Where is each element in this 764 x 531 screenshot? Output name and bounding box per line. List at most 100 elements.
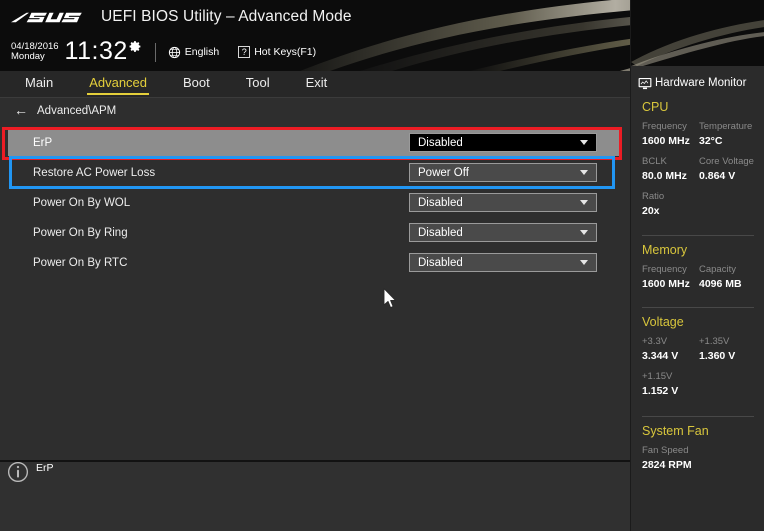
back-arrow-icon[interactable]: ← bbox=[14, 103, 28, 117]
hw-entry-cpu-core-voltage: Core Voltage 0.864 V bbox=[699, 156, 756, 183]
hw-entry-voltage-3v3: +3.3V 3.344 V bbox=[642, 336, 699, 363]
dropdown-power-on-by-ring[interactable]: Disabled bbox=[409, 223, 597, 242]
tab-exit[interactable]: Exit bbox=[304, 73, 330, 95]
chevron-down-icon bbox=[580, 170, 588, 175]
hw-value: 1600 MHz bbox=[642, 277, 690, 290]
hw-entry-memory-capacity: Capacity 4096 MB bbox=[699, 264, 756, 291]
datetime-display: 04/18/2016 Monday bbox=[11, 42, 59, 62]
chevron-down-icon bbox=[580, 140, 588, 145]
hw-divider-1 bbox=[642, 235, 754, 236]
hw-section-voltage: Voltage +3.3V 3.344 V +1.35V 1.360 V +1.… bbox=[631, 315, 764, 406]
hw-section-title-cpu: CPU bbox=[642, 100, 669, 114]
hw-section-cpu: CPU Frequency 1600 MHz Temperature 32°C … bbox=[631, 100, 764, 226]
app-title: UEFI BIOS Utility – Advanced Mode bbox=[101, 8, 352, 25]
hw-entry-memory-frequency: Frequency 1600 MHz bbox=[642, 264, 699, 291]
hw-section-memory: Memory Frequency 1600 MHz Capacity 4096 … bbox=[631, 243, 764, 299]
info-bar-text: ErP bbox=[36, 462, 54, 474]
dropdown-restore-ac-power-loss[interactable]: Power Off bbox=[409, 163, 597, 182]
hw-key: Ratio bbox=[642, 190, 665, 202]
hw-entry-cpu-ratio: Ratio 20x bbox=[642, 191, 756, 218]
day-text: Monday bbox=[11, 51, 45, 62]
setting-label-power-on-by-rtc: Power On By RTC bbox=[33, 257, 128, 269]
hw-entry-cpu-bclk: BCLK 80.0 MHz bbox=[642, 156, 699, 183]
dropdown-value-power-on-by-rtc: Disabled bbox=[418, 256, 463, 269]
dropdown-value-erp: Disabled bbox=[418, 136, 463, 149]
monitor-icon bbox=[638, 77, 652, 89]
hw-key: Core Voltage bbox=[699, 155, 754, 167]
question-mark-icon: ? bbox=[238, 46, 251, 58]
dropdown-power-on-by-rtc[interactable]: Disabled bbox=[409, 253, 597, 272]
hw-entry-voltage-1v35: +1.35V 1.360 V bbox=[699, 336, 756, 363]
setting-label-erp: ErP bbox=[33, 137, 53, 149]
hw-key: +1.35V bbox=[699, 336, 730, 347]
setting-slot-restore-ac-power-loss: Restore AC Power Loss Power Off bbox=[0, 156, 630, 189]
header-separator bbox=[154, 42, 156, 62]
hw-value: 20x bbox=[642, 204, 660, 217]
hw-entry-fan-speed: Fan Speed 2824 RPM bbox=[642, 445, 756, 472]
clock-text: 11:32 bbox=[64, 36, 128, 65]
hw-value: 4096 MB bbox=[699, 277, 742, 290]
main-content-panel: ← Advanced\APM ErP Disabled Restore AC P… bbox=[0, 98, 630, 460]
setting-label-power-on-by-wol: Power On By WOL bbox=[33, 197, 131, 209]
setting-slot-erp: ErP Disabled bbox=[0, 127, 630, 160]
hw-entry-cpu-frequency: Frequency 1600 MHz bbox=[642, 121, 699, 148]
setting-slot-power-on-by-ring: Power On By Ring Disabled bbox=[0, 218, 630, 248]
dropdown-value-restore-ac-power-loss: Power Off bbox=[418, 166, 469, 179]
hw-section-title-system-fan: System Fan bbox=[642, 424, 709, 438]
dropdown-power-on-by-wol[interactable]: Disabled bbox=[409, 193, 597, 212]
tab-main[interactable]: Main bbox=[23, 73, 55, 95]
gear-icon[interactable] bbox=[129, 40, 142, 53]
hw-value: 2824 RPM bbox=[642, 458, 692, 471]
hw-value: 1.152 V bbox=[642, 384, 679, 397]
hw-value: 1600 MHz bbox=[642, 134, 690, 147]
setting-label-restore-ac-power-loss: Restore AC Power Loss bbox=[33, 167, 156, 179]
hw-key: Fan Speed bbox=[642, 445, 689, 456]
setting-slot-power-on-by-wol: Power On By WOL Disabled bbox=[0, 188, 630, 218]
hw-key: Temperature bbox=[699, 121, 753, 132]
hw-divider-3 bbox=[642, 416, 754, 417]
hw-grid-memory: Frequency 1600 MHz Capacity 4096 MB bbox=[642, 264, 764, 299]
language-label: English bbox=[184, 46, 220, 58]
chevron-down-icon bbox=[580, 230, 588, 235]
bios-screen: UEFI BIOS Utility – Advanced Mode 04/18/… bbox=[0, 0, 764, 531]
hw-key: BCLK bbox=[642, 155, 667, 167]
setting-slot-power-on-by-rtc: Power On By RTC Disabled bbox=[0, 248, 630, 278]
chevron-down-icon bbox=[580, 200, 588, 205]
hw-grid-system-fan: Fan Speed 2824 RPM bbox=[642, 445, 764, 480]
info-circle-icon bbox=[7, 461, 29, 483]
tab-advanced[interactable]: Advanced bbox=[87, 73, 150, 95]
hw-key: +3.3V bbox=[642, 336, 668, 347]
hotkeys-button[interactable]: ? Hot Keys(F1) bbox=[238, 46, 316, 58]
hw-section-title-memory: Memory bbox=[642, 243, 688, 257]
tab-boot[interactable]: Boot bbox=[181, 73, 212, 95]
hw-grid-voltage: +3.3V 3.344 V +1.35V 1.360 V +1.15V 1.15… bbox=[642, 336, 764, 406]
hw-key: Capacity bbox=[699, 264, 736, 275]
sidebar-swoosh-decoration bbox=[631, 0, 764, 66]
settings-list: ErP Disabled Restore AC Power Loss Power… bbox=[0, 127, 630, 278]
hw-value: 32°C bbox=[699, 134, 723, 147]
hw-value: 80.0 MHz bbox=[642, 169, 687, 182]
info-bar bbox=[0, 462, 630, 531]
hw-value: 1.360 V bbox=[699, 349, 736, 362]
breadcrumb[interactable]: ← Advanced\APM bbox=[14, 103, 117, 118]
setting-label-power-on-by-ring: Power On By Ring bbox=[33, 227, 128, 239]
hw-value: 0.864 V bbox=[699, 169, 736, 182]
hw-divider-2 bbox=[642, 307, 754, 308]
breadcrumb-path: Advanced\APM bbox=[37, 105, 117, 117]
chevron-down-icon bbox=[580, 260, 588, 265]
hardware-monitor-header: Hardware Monitor bbox=[631, 72, 764, 94]
language-selector[interactable]: English bbox=[168, 46, 219, 59]
hw-section-title-voltage: Voltage bbox=[642, 315, 684, 329]
hw-entry-voltage-1v15: +1.15V 1.152 V bbox=[642, 371, 756, 398]
dropdown-value-power-on-by-ring: Disabled bbox=[418, 226, 463, 239]
dropdown-erp[interactable]: Disabled bbox=[409, 133, 597, 152]
hw-section-system-fan: System Fan Fan Speed 2824 RPM bbox=[631, 424, 764, 480]
globe-icon bbox=[168, 46, 180, 58]
hw-key: +1.15V bbox=[642, 370, 673, 382]
asus-logo-icon bbox=[11, 12, 82, 22]
hw-grid-cpu: Frequency 1600 MHz Temperature 32°C BCLK… bbox=[642, 121, 764, 226]
hw-value: 3.344 V bbox=[642, 349, 679, 362]
hardware-monitor-sidebar: Hardware Monitor CPU Frequency 1600 MHz … bbox=[630, 0, 764, 531]
tab-tool[interactable]: Tool bbox=[244, 73, 272, 95]
hw-key: Frequency bbox=[642, 121, 687, 132]
